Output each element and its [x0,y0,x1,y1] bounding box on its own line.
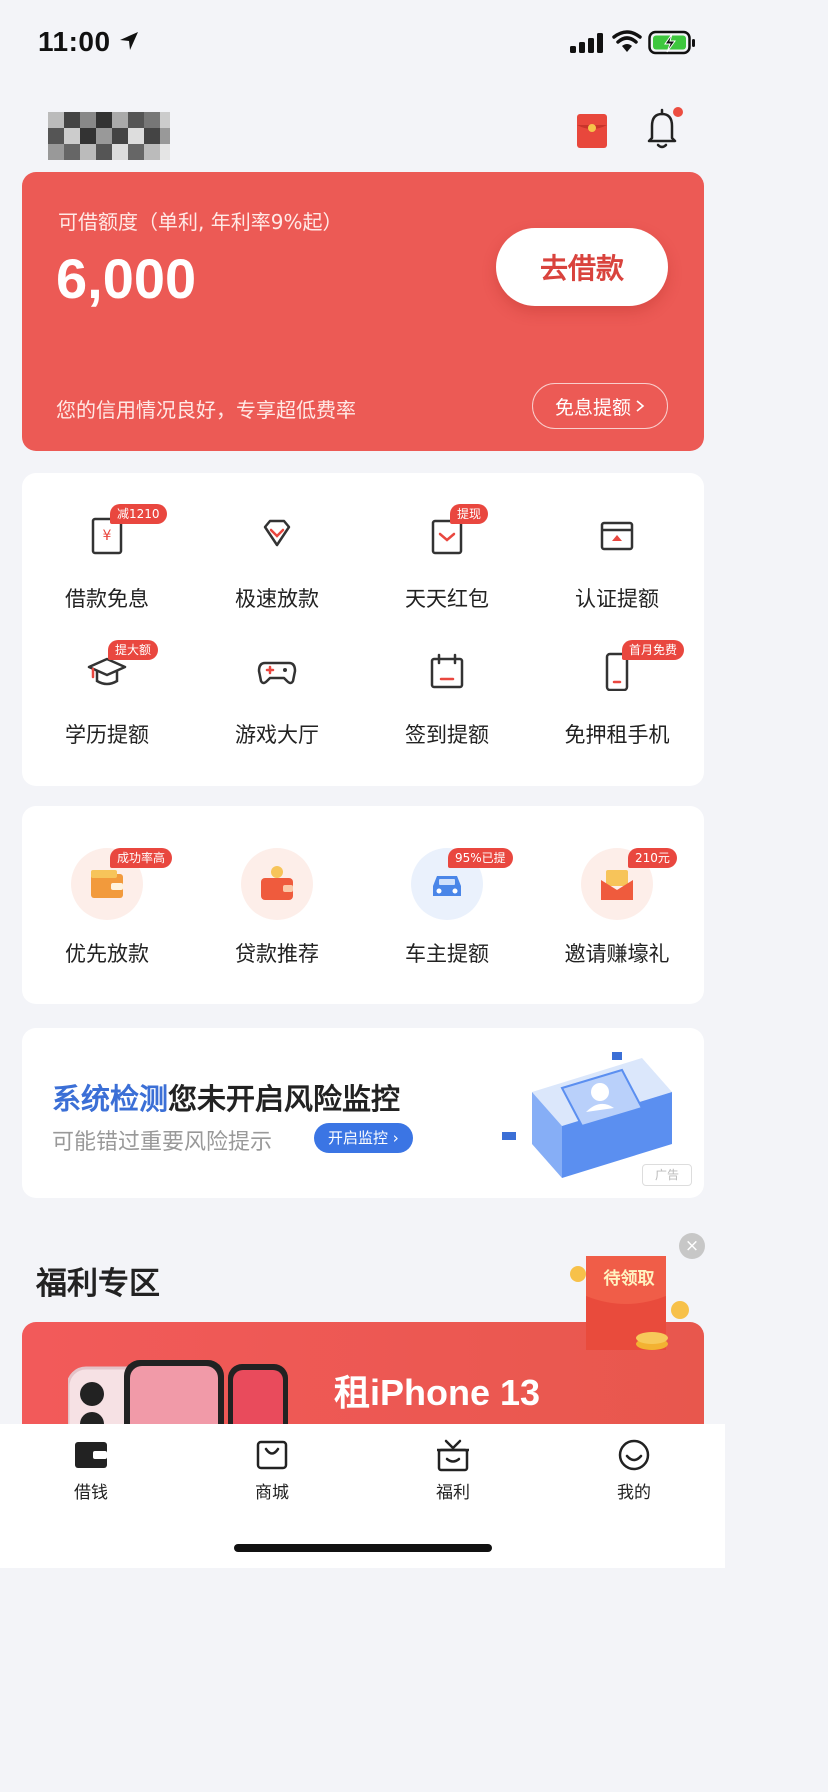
promo-text: 租iPhone 13 [334,1372,541,1413]
enable-monitor-button[interactable]: 开启监控 › [314,1123,413,1153]
features-grid: 成功率高 优先放款 贷款推荐 95%已提 车主提额 210元 邀请赚壕礼 [22,806,704,1004]
feature-label: 贷款推荐 [235,942,319,966]
app-page: 11:00 可借额度（单利, 年利率9%起） 6,000 去借款 您的信用情况良… [0,0,725,1568]
raise-limit-button[interactable]: 免息提额 [532,383,668,429]
location-arrow-icon [120,32,138,50]
feature-tag: 成功率高 [110,848,173,868]
red-packet-icon[interactable] [576,113,608,149]
feature-tag: 95%已提 [448,848,513,868]
service-tag: 提现 [450,504,489,524]
tab-label: 我的 [617,1483,651,1503]
tab-label: 借钱 [74,1483,108,1503]
service-tag: 首月免费 [622,640,685,660]
service-tag: 减1210 [110,504,167,524]
ad-title-highlight: 系统检测 [52,1082,169,1116]
chevron-right-icon [636,400,645,412]
tab-mine[interactable]: 我的 [584,1438,684,1503]
service-daily-redpacket[interactable]: 提现 天天红包 [362,504,532,619]
service-label: 签到提额 [405,723,489,747]
gift-box-icon [437,1439,469,1472]
diamond-icon [263,519,291,547]
car-icon [433,876,461,896]
tab-label: 福利 [436,1483,470,1503]
feature-label: 邀请赚壕礼 [564,942,670,966]
smile-icon [618,1439,650,1471]
service-loan-interest-free[interactable]: ¥ 减1210 借款免息 [22,504,192,619]
bell-icon[interactable] [642,106,686,152]
service-label: 认证提额 [575,587,659,611]
service-label: 借款免息 [65,587,149,611]
service-label: 免押租手机 [564,723,670,747]
feature-priority-payout[interactable]: 成功率高 优先放款 [22,848,192,978]
feature-loan-recommend[interactable]: 贷款推荐 [192,848,362,978]
float-packet-label: 待领取 [603,1269,655,1289]
service-game-hall[interactable]: 游戏大厅 [192,645,362,755]
tab-label: 商城 [255,1483,289,1503]
tab-borrow[interactable]: 借钱 [41,1438,141,1503]
feature-car-owner-raise[interactable]: 95%已提 车主提额 [362,848,532,978]
bottom-tab-bar: 借钱 商城 福利 我的 [0,1424,725,1568]
enable-monitor-label: 开启监控 [328,1129,389,1147]
close-icon[interactable]: × [679,1233,705,1259]
feature-invite-gift[interactable]: 210元 邀请赚壕礼 [532,848,702,978]
wallet-tab-icon [75,1442,107,1468]
borrow-button[interactable]: 去借款 [496,228,668,306]
shopping-bag-icon [256,1440,288,1470]
ad-badge: 广告 [642,1164,692,1186]
battery-charging-icon [648,30,695,55]
credit-note: 您的信用情况良好，专享超低费率 [56,398,356,422]
purse-icon [261,866,293,900]
gamepad-icon [257,661,297,685]
borrow-button-label: 去借款 [539,252,624,285]
home-indicator [234,1544,492,1552]
ad-title-rest: 您未开启风险监控 [168,1082,401,1116]
service-label: 游戏大厅 [235,723,319,747]
status-bar: 11:00 [0,0,725,86]
limit-amount: 6,000 [56,247,197,310]
tab-welfare[interactable]: 福利 [403,1438,503,1503]
risk-monitor-ad[interactable]: 系统检测您未开启风险监控 可能错过重要风险提示 开启监控 › 广告 [22,1028,704,1198]
service-verify-raise[interactable]: 认证提额 [532,509,702,619]
welfare-section-title: 福利专区 [36,1266,160,1302]
status-time: 11:00 [38,26,111,57]
limit-label: 可借额度（单利, 年利率9%起） [58,210,343,234]
ad-subtitle: 可能错过重要风险提示 [52,1130,273,1155]
service-checkin-raise[interactable]: 签到提额 [362,645,532,755]
services-grid: ¥ 减1210 借款免息 极速放款 提现 天天红包 认证提额 提大额 学历提额 … [22,473,704,786]
tab-mall[interactable]: 商城 [222,1438,322,1503]
service-phone-rental[interactable]: 首月免费 免押租手机 [532,640,702,755]
service-label: 学历提额 [65,723,149,747]
feature-label: 优先放款 [65,942,149,966]
wifi-icon [612,30,642,52]
avatar[interactable] [48,112,170,160]
card-upload-icon [600,521,634,551]
cellular-signal-icon [570,33,603,53]
raise-limit-label: 免息提额 [554,396,631,419]
feature-tag: 210元 [628,848,677,868]
gift-envelope-icon [601,870,633,900]
service-label: 天天红包 [405,587,489,611]
loan-limit-card: 可借额度（单利, 年利率9%起） 6,000 去借款 您的信用情况良好，专享超低… [22,172,704,451]
svg-text:¥: ¥ [103,528,112,544]
chevron-right-icon: › [392,1129,399,1147]
feature-label: 车主提额 [405,942,489,966]
ad-title: 系统检测您未开启风险监控 [52,1076,400,1118]
service-label: 极速放款 [235,587,319,611]
calendar-icon [430,653,464,689]
service-education-raise[interactable]: 提大额 学历提额 [22,640,192,755]
service-fast-payout[interactable]: 极速放款 [192,509,362,619]
service-tag: 提大额 [108,640,159,660]
wallet-icon [91,870,123,898]
